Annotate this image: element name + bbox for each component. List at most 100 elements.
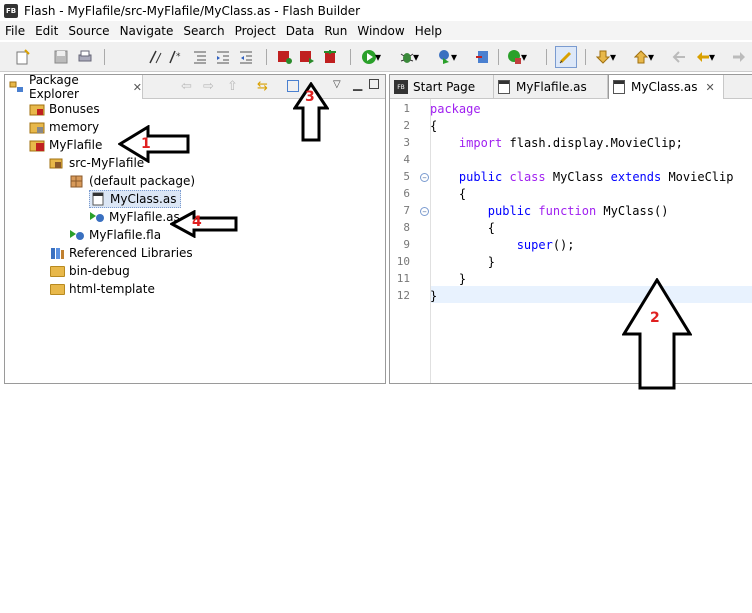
tab-label: MyFlafile.as <box>516 80 587 94</box>
new-icon[interactable] <box>14 48 32 66</box>
tree-item-myclass-as[interactable]: MyClass.as <box>89 190 182 208</box>
tree-item-label: (default package) <box>89 174 196 188</box>
code-line: { <box>430 221 496 235</box>
line-number: 8 <box>403 221 410 234</box>
line-number: 5 <box>403 170 410 183</box>
annotation-arrow-4 <box>170 210 238 238</box>
menu-window[interactable]: Window <box>352 24 409 38</box>
tab-myclass-as[interactable]: MyClass.as ✕ <box>608 75 724 99</box>
profile-dropdown-icon[interactable]: ▾ <box>449 48 459 66</box>
flash-project-icon <box>29 138 45 152</box>
tree-item-default-package[interactable]: (default package) <box>69 172 195 190</box>
run-as-file-icon <box>89 210 105 224</box>
source-folder-icon <box>49 156 65 170</box>
debug-flash-icon[interactable] <box>276 48 294 66</box>
outdent-icon[interactable] <box>237 48 255 66</box>
tree-item-referenced-libraries[interactable]: Referenced Libraries <box>49 244 193 262</box>
tree-item-myflafile-fla[interactable]: MyFlafile.fla <box>69 226 161 244</box>
mark-occurrences-icon[interactable] <box>555 46 577 68</box>
run-flash-icon[interactable] <box>298 48 316 66</box>
forward-nav-icon[interactable]: ⇨ <box>203 79 214 94</box>
main-toolbar: * ▾ ▾ ▾ ▾ ▾ ▾ ▾ <box>0 42 752 72</box>
tab-label: MyClass.as <box>631 80 698 94</box>
fold-toggle-icon[interactable]: − <box>420 207 429 216</box>
current-line-highlight <box>430 286 752 303</box>
link-with-editor-icon[interactable]: ⇆ <box>257 79 268 94</box>
tab-start-page[interactable]: FB Start Page <box>390 75 494 99</box>
format-icon[interactable] <box>191 48 209 66</box>
run-dropdown-icon[interactable]: ▾ <box>373 48 383 66</box>
forward-icon[interactable] <box>730 48 748 66</box>
tree-item-myflafile[interactable]: MyFlafile <box>29 136 102 154</box>
menu-help[interactable]: Help <box>410 24 447 38</box>
up-nav-icon[interactable]: ⇧ <box>227 79 238 94</box>
code-line: public class MyClass extends MovieClip <box>458 170 734 184</box>
export-release-icon[interactable] <box>474 48 492 66</box>
folder-icon <box>49 264 65 278</box>
menu-project[interactable]: Project <box>230 24 281 38</box>
maximize-icon[interactable] <box>369 79 379 89</box>
debug-dropdown-icon[interactable]: ▾ <box>411 48 421 66</box>
annotation-label-4: 4 <box>192 214 202 230</box>
line-number: 1 <box>403 102 410 115</box>
line-number: 12 <box>396 289 410 302</box>
editor-tab-bar: FB Start Page MyFlafile.as MyClass.as ✕ <box>390 75 752 99</box>
tree-item-label: html-template <box>69 282 155 296</box>
external-tools-dropdown-icon[interactable]: ▾ <box>519 48 529 66</box>
tree-item-bonuses[interactable]: Bonuses <box>29 100 100 118</box>
menu-run[interactable]: Run <box>319 24 352 38</box>
menu-edit[interactable]: Edit <box>30 24 63 38</box>
line-number: 6 <box>403 187 410 200</box>
line-number: 4 <box>403 153 410 166</box>
menu-search[interactable]: Search <box>178 24 229 38</box>
tree-item-memory[interactable]: memory <box>29 118 99 136</box>
next-annotation-dropdown-icon[interactable]: ▾ <box>608 48 618 66</box>
line-number: 2 <box>403 119 410 132</box>
package-icon <box>69 174 85 188</box>
line-number: 3 <box>403 136 410 149</box>
title-bar: FB Flash - MyFlafile/src-MyFlafile/MyCla… <box>0 0 752 21</box>
profile-flash-icon[interactable] <box>321 48 339 66</box>
tree-item-label: MyFlafile <box>49 138 103 152</box>
close-icon[interactable]: ✕ <box>705 81 714 94</box>
back-dropdown-icon[interactable]: ▾ <box>707 48 717 66</box>
window-title: Flash - MyFlafile/src-MyFlafile/MyClass.… <box>24 3 361 18</box>
svg-text:*: * <box>176 52 181 62</box>
editor-panel: FB Start Page MyFlafile.as MyClass.as ✕ … <box>389 74 752 384</box>
view-menu-icon[interactable]: ▽ <box>333 79 341 90</box>
save-icon[interactable] <box>52 48 70 66</box>
tree-item-myflafile-as[interactable]: MyFlafile.as <box>89 208 180 226</box>
project-folder-icon <box>29 102 45 116</box>
indent-icon[interactable] <box>214 48 232 66</box>
tab-package-explorer[interactable]: Package Explorer ✕ <box>5 73 143 101</box>
last-edit-icon[interactable] <box>670 48 688 66</box>
menu-navigate[interactable]: Navigate <box>115 24 179 38</box>
menu-data[interactable]: Data <box>281 24 320 38</box>
code-line: { <box>430 119 438 133</box>
fla-file-icon <box>69 228 85 242</box>
line-number: 7 <box>403 204 410 217</box>
annotation-label-1: 1 <box>141 136 151 152</box>
annotation-arrow-1 <box>118 125 190 163</box>
line-number: 10 <box>396 255 410 268</box>
code-editor[interactable]: 1 2 3 4 5 6 7 8 9 10 11 12 − − package{ import flas… <box>390 99 752 383</box>
tree-item-bin-debug[interactable]: bin-debug <box>49 262 130 280</box>
fold-toggle-icon[interactable]: − <box>420 173 429 182</box>
close-icon[interactable]: ✕ <box>133 81 142 94</box>
previous-annotation-dropdown-icon[interactable]: ▾ <box>646 48 656 66</box>
print-icon[interactable] <box>76 48 94 66</box>
tab-myflafile-as[interactable]: MyFlafile.as <box>494 75 608 99</box>
menu-source[interactable]: Source <box>63 24 114 38</box>
minimize-icon[interactable]: ▁ <box>353 77 362 91</box>
as-file-icon <box>498 80 510 94</box>
annotation-arrow-2 <box>622 278 692 390</box>
line-number-gutter: 1 2 3 4 5 6 7 8 9 10 11 12 <box>390 99 430 383</box>
block-comment-icon[interactable]: * <box>168 48 186 66</box>
line-number: 11 <box>396 272 410 285</box>
package-explorer-tab-label: Package Explorer <box>29 73 79 101</box>
tree-item-html-template[interactable]: html-template <box>49 280 155 298</box>
back-nav-icon[interactable]: ⇦ <box>181 79 192 94</box>
toggle-comment-icon[interactable] <box>146 48 164 66</box>
menu-file[interactable]: File <box>0 24 30 38</box>
code-line: } <box>430 255 496 269</box>
